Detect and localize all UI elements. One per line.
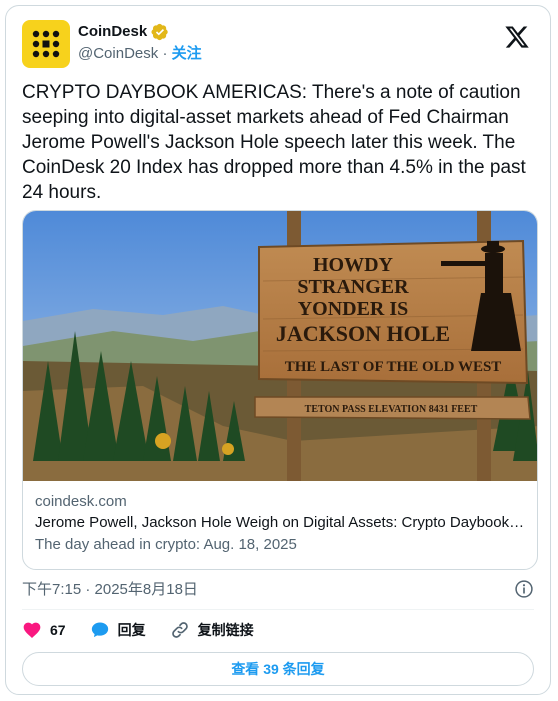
account-names: CoinDesk @CoinDesk · 关注 xyxy=(78,22,202,64)
link-description: The day ahead in crypto: Aug. 18, 2025 xyxy=(35,536,297,553)
sign-line2: STRANGER xyxy=(297,276,409,298)
display-name[interactable]: CoinDesk xyxy=(78,22,147,42)
link-title[interactable]: Jerome Powell, Jackson Hole Weigh on Dig… xyxy=(35,512,525,534)
tweet-embed-card: CoinDesk @CoinDesk · 关注 CRYPTO DAYBOOK A… xyxy=(5,5,551,695)
sign-line3: YONDER IS xyxy=(298,298,409,320)
heart-icon xyxy=(23,622,41,638)
reply-label: 回复 xyxy=(117,622,146,638)
separator: · xyxy=(162,45,168,62)
x-logo-icon[interactable] xyxy=(504,24,530,50)
copy-link-button[interactable]: 复制链接 xyxy=(170,620,254,640)
link-icon xyxy=(171,622,188,638)
view-replies-button[interactable]: 查看 39 条回复 xyxy=(22,652,534,686)
divider xyxy=(22,609,534,610)
sub-sign-text: TETON PASS ELEVATION 8431 FEET xyxy=(305,404,478,415)
info-icon[interactable] xyxy=(514,579,534,599)
sign-line4: JACKSON HOLE xyxy=(276,321,450,346)
sign-line1: HOWDY xyxy=(313,254,394,276)
link-meta: coindesk.com Jerome Powell, Jackson Hole… xyxy=(35,492,525,556)
tweet-text: CRYPTO DAYBOOK AMERICAS: There's a note … xyxy=(22,82,526,203)
display-name-row: CoinDesk xyxy=(78,22,202,42)
coindesk-logo-icon xyxy=(32,30,60,58)
tweet-header: CoinDesk @CoinDesk · 关注 xyxy=(22,20,534,68)
handle-row: @CoinDesk · 关注 xyxy=(78,44,202,64)
copy-link-label: 复制链接 xyxy=(197,622,254,638)
action-bar: 67 回复 复制链接 xyxy=(22,618,278,642)
reply-bubble-icon xyxy=(91,622,108,638)
like-button[interactable]: 67 xyxy=(22,620,66,640)
follow-button[interactable]: 关注 xyxy=(172,45,202,62)
reply-button[interactable]: 回复 xyxy=(90,620,146,640)
sign-line5: THE LAST OF THE OLD WEST xyxy=(285,359,502,375)
handle[interactable]: @CoinDesk xyxy=(78,45,158,62)
avatar[interactable] xyxy=(22,20,70,68)
tweet-timestamp[interactable]: 下午7:15 · 2025年8月18日 xyxy=(22,580,198,600)
link-domain: coindesk.com xyxy=(35,493,127,510)
jackson-hole-sign-image: HOWDY STRANGER YONDER IS JACKSON HOLE TH… xyxy=(23,211,537,481)
verified-badge-icon xyxy=(151,23,168,41)
link-preview-card[interactable]: HOWDY STRANGER YONDER IS JACKSON HOLE TH… xyxy=(22,210,538,570)
like-count: 67 xyxy=(50,622,66,638)
